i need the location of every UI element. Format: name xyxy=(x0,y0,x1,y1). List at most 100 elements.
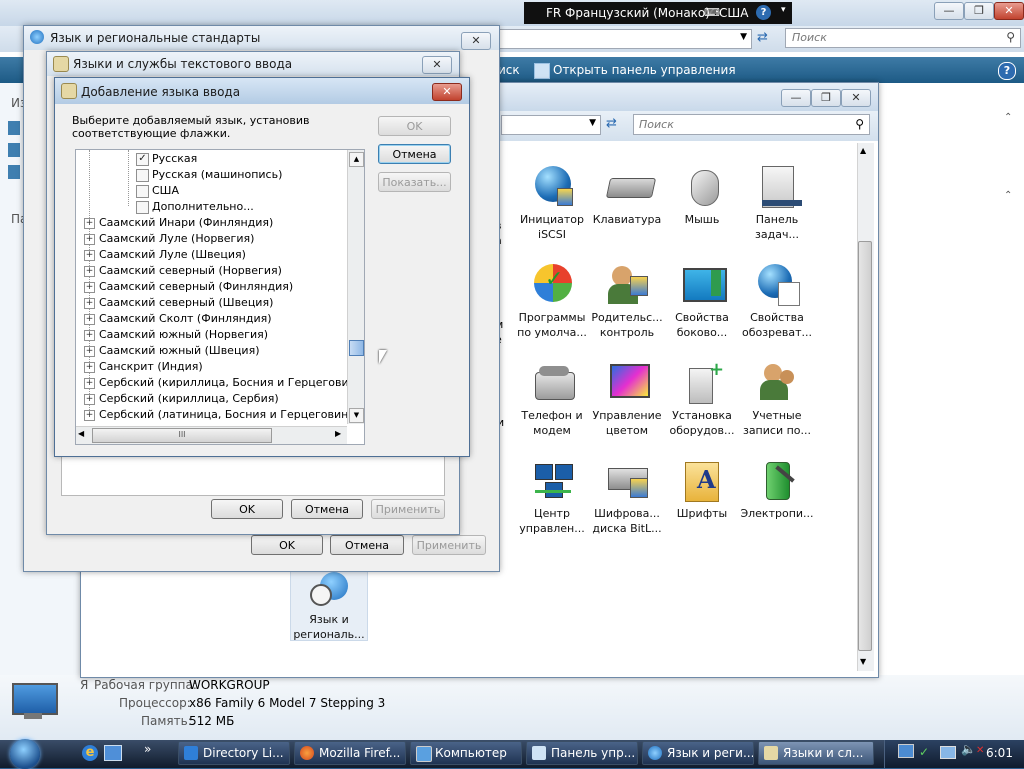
cp-search-input[interactable]: Поиск ⚲ xyxy=(633,114,870,135)
tree-lang-row[interactable]: + Сербский (кириллица, Сербия) xyxy=(84,391,279,407)
tree-lang-row[interactable]: + Сербский (латиница, Босния и Герцеговин… xyxy=(84,407,359,423)
expand-icon[interactable]: + xyxy=(84,297,95,309)
expand-icon[interactable]: + xyxy=(84,361,95,373)
add-lang-show-button[interactable]: Показать... xyxy=(378,172,451,192)
cp-item-parental-control[interactable]: Родительс... контроль xyxy=(586,264,668,340)
cp-close-button[interactable]: ✕ xyxy=(841,89,871,107)
refresh-icon[interactable]: ⇄ xyxy=(757,30,775,48)
expand-icon[interactable]: + xyxy=(84,377,95,389)
tree-scroll-up-arrow[interactable]: ▲ xyxy=(349,152,364,167)
cp-item-power-options[interactable]: Электропи... xyxy=(736,460,818,521)
tree-scroll-down-arrow[interactable]: ▼ xyxy=(349,408,364,423)
cp-refresh-icon[interactable]: ⇄ xyxy=(606,116,624,134)
tray-network-icon[interactable] xyxy=(898,744,914,758)
quicklaunch-ie-icon[interactable]: e xyxy=(82,745,98,761)
command-search-partial[interactable]: иск xyxy=(498,63,520,77)
start-button[interactable] xyxy=(6,738,48,769)
cp-scroll-up-arrow[interactable]: ▲ xyxy=(860,146,866,155)
expand-icon[interactable]: + xyxy=(84,217,95,229)
regional-ok-button[interactable]: OK xyxy=(251,535,323,555)
tree-check-row[interactable]: США xyxy=(136,183,179,199)
cp-item-network-center[interactable]: Центр управлен... xyxy=(511,460,593,536)
checkbox[interactable] xyxy=(136,184,149,198)
cp-item-mouse[interactable]: Мышь xyxy=(661,166,743,227)
cp-item-iscsi[interactable]: Инициатор iSCSI xyxy=(511,166,593,242)
cp-item-fonts[interactable]: A Шрифты xyxy=(661,460,743,521)
cp-maximize-button[interactable]: ❐ xyxy=(811,89,841,107)
chevron-up-icon-2[interactable]: ⌃ xyxy=(1004,190,1012,201)
expand-icon[interactable]: + xyxy=(84,281,95,293)
tree-check-row[interactable]: Дополнительно... xyxy=(136,199,254,215)
task-regional[interactable]: Язык и реги... xyxy=(642,741,754,765)
tree-lang-row[interactable]: + Саамский северный (Норвегия) xyxy=(84,263,282,279)
tree-lang-row[interactable]: + Саамский Сколт (Финляндия) xyxy=(84,311,272,327)
checkbox[interactable] xyxy=(136,200,149,214)
regional-apply-button[interactable]: Применить xyxy=(412,535,486,555)
explorer-minimize-button[interactable]: — xyxy=(934,2,964,20)
tree-lang-row[interactable]: + Сербский (кириллица, Босния и Герцегови… xyxy=(84,375,364,391)
left-pane-icon-1[interactable] xyxy=(8,121,20,135)
quicklaunch-desktop-icon[interactable] xyxy=(104,745,122,761)
add-lang-close-button[interactable]: ✕ xyxy=(432,83,462,101)
cp-address-dropdown[interactable]: ▼ xyxy=(501,115,601,135)
open-control-panel-button[interactable]: Открыть панель управления xyxy=(553,63,736,77)
expand-icon[interactable]: + xyxy=(84,393,95,405)
help-icon[interactable]: ? xyxy=(998,62,1016,80)
regional-cancel-button[interactable]: Отмена xyxy=(330,535,404,555)
cp-item-taskbar[interactable]: Панель задач... xyxy=(736,166,818,242)
tree-lang-row[interactable]: + Саамский Луле (Норвегия) xyxy=(84,231,254,247)
tree-lang-row[interactable]: + Саамский южный (Швеция) xyxy=(84,343,260,359)
quicklaunch-more-icon[interactable]: » xyxy=(144,742,151,756)
tree-scroll-thumb[interactable] xyxy=(349,340,364,356)
tree-lang-row[interactable]: + Саамский южный (Норвегия) xyxy=(84,327,268,343)
tree-hscroll-right-arrow[interactable]: ▶ xyxy=(335,429,341,438)
expand-icon[interactable]: + xyxy=(84,249,95,261)
expand-icon[interactable]: + xyxy=(84,233,95,245)
expand-icon[interactable]: + xyxy=(84,345,95,357)
chevron-up-icon-1[interactable]: ⌃ xyxy=(1004,112,1012,123)
cp-item-regional[interactable]: Язык и региональ... xyxy=(290,567,368,641)
cp-item-user-accounts[interactable]: Учетные записи по... xyxy=(736,362,818,438)
expand-icon[interactable]: + xyxy=(84,265,95,277)
tree-lang-row[interactable]: + Саамский Луле (Швеция) xyxy=(84,247,246,263)
task-control-panel[interactable]: Панель упр... xyxy=(526,741,638,765)
tree-lang-row[interactable]: + Саамский Инари (Финляндия) xyxy=(84,215,273,231)
tree-check-row[interactable]: Русская (машинопись) xyxy=(136,167,282,183)
explorer-maximize-button[interactable]: ❐ xyxy=(964,2,994,20)
cp-item-internet-options[interactable]: Свойства обозреват... xyxy=(736,264,818,340)
tree-hscroll-left-arrow[interactable]: ◀ xyxy=(78,429,84,438)
tree-vscrollbar[interactable] xyxy=(347,150,364,424)
tray-volume-muted-icon[interactable]: 🔈✕ xyxy=(961,742,984,756)
cp-item-color-management[interactable]: Управление цветом xyxy=(586,362,668,438)
tree-lang-row[interactable]: + Санскрит (Индия) xyxy=(84,359,203,375)
task-firefox[interactable]: Mozilla Firef... xyxy=(294,741,406,765)
language-indicator[interactable]: FR Французский (Монако) xyxy=(546,6,710,20)
cp-item-sidebar-properties[interactable]: Свойства боково... xyxy=(661,264,743,340)
cp-minimize-button[interactable]: — xyxy=(781,89,811,107)
expand-icon[interactable]: + xyxy=(84,329,95,341)
language-tree[interactable]: ✓ Русская Русская (машинопись) США Дополн… xyxy=(75,149,365,445)
explorer-search-input[interactable]: Поиск ⚲ xyxy=(785,28,1021,48)
tray-clock[interactable]: 6:01 xyxy=(986,746,1013,760)
text-services-cancel-button[interactable]: Отмена xyxy=(291,499,363,519)
text-services-close-button[interactable]: ✕ xyxy=(422,56,452,74)
tree-lang-row[interactable]: + Саамский северный (Финляндия) xyxy=(84,279,293,295)
text-services-apply-button[interactable]: Применить xyxy=(371,499,445,519)
add-lang-cancel-button[interactable]: Отмена xyxy=(378,144,451,164)
tray-security-icon[interactable]: ✓ xyxy=(919,745,933,759)
cp-scroll-down-arrow[interactable]: ▼ xyxy=(860,657,866,666)
language-bar[interactable]: FR Французский (Монако) ⌨ США ? ▾ xyxy=(524,2,792,24)
cp-item-default-programs[interactable]: ✓ Программы по умолча... xyxy=(511,264,593,340)
task-directory[interactable]: Directory Li... xyxy=(178,741,290,765)
explorer-close-button[interactable]: ✕ xyxy=(994,2,1024,20)
tree-lang-row[interactable]: + Саамский северный (Швеция) xyxy=(84,295,273,311)
regional-dialog-close-button[interactable]: ✕ xyxy=(461,32,491,50)
left-pane-icon-3[interactable] xyxy=(8,165,20,179)
checkbox[interactable] xyxy=(136,168,149,182)
checkbox-checked[interactable]: ✓ xyxy=(136,152,149,166)
text-services-ok-button[interactable]: OK xyxy=(211,499,283,519)
cp-item-keyboard[interactable]: Клавиатура xyxy=(586,166,668,227)
cp-item-add-hardware[interactable]: + Установка оборудов... xyxy=(661,361,743,438)
tree-hscroll-thumb[interactable]: III xyxy=(92,428,272,443)
left-pane-icon-2[interactable] xyxy=(8,143,20,157)
